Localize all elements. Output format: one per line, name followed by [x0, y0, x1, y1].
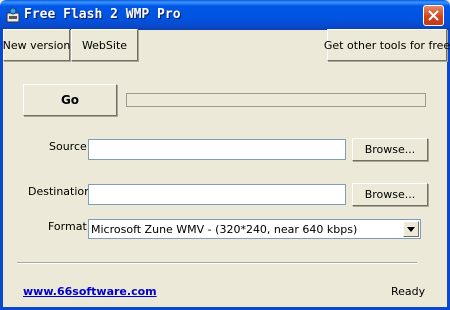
progress-bar [126, 93, 426, 107]
close-button[interactable] [423, 5, 444, 26]
website-link[interactable]: www.66software.com [23, 285, 157, 298]
status-text: Ready [391, 285, 426, 298]
window-title: Free Flash 2 WMP Pro [24, 7, 181, 22]
website-button[interactable]: WebSite [71, 29, 138, 61]
source-browse-button[interactable]: Browse... [352, 138, 428, 161]
get-other-tools-button[interactable]: Get other tools for free [324, 29, 450, 61]
source-label: Source [49, 140, 87, 153]
format-select[interactable]: Microsoft Zune WMV - (320*240, near 640 … [88, 219, 421, 239]
window-frame-left [0, 30, 3, 310]
new-version-button[interactable]: New version [3, 29, 70, 61]
chevron-down-icon [407, 227, 415, 232]
separator [17, 262, 417, 264]
source-input[interactable] [88, 139, 346, 160]
app-icon[interactable] [5, 7, 21, 23]
close-icon [428, 10, 439, 21]
destination-browse-button[interactable]: Browse... [352, 183, 428, 206]
format-selected-value: Microsoft Zune WMV - (320*240, near 640 … [91, 223, 358, 236]
go-button[interactable]: Go [23, 84, 117, 116]
destination-label: Destination [28, 185, 92, 198]
format-label: Format [48, 220, 87, 233]
format-dropdown-button[interactable] [403, 221, 419, 237]
destination-input[interactable] [88, 184, 346, 205]
title-bar[interactable]: Free Flash 2 WMP Pro [0, 0, 450, 30]
